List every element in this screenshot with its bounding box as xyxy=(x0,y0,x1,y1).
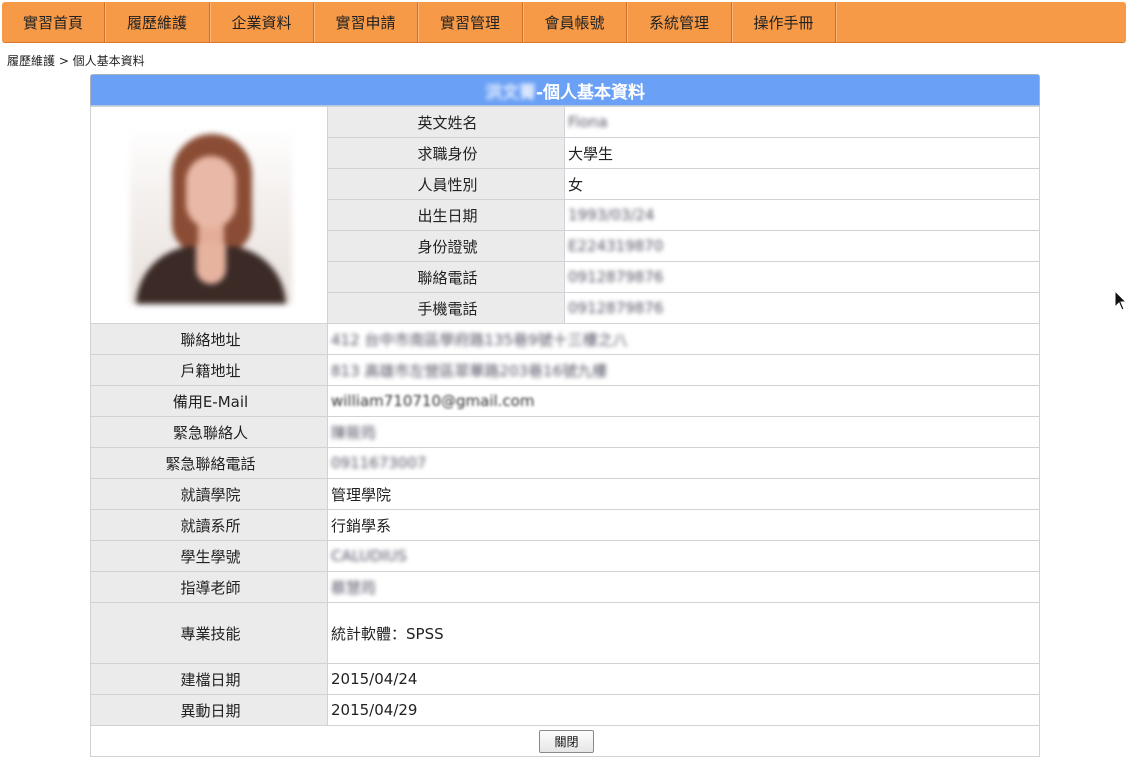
table-row: 專業技能 統計軟體：SPSS xyxy=(90,602,1040,664)
page-title: 洪文菁 -個人基本資料 xyxy=(91,75,1039,106)
table-row: 就讀學院 管理學院 xyxy=(90,478,1040,510)
table-row: 就讀系所 行銷學系 xyxy=(90,509,1040,541)
field-label: 學生學號 xyxy=(90,540,328,572)
english-name-value: Fiona xyxy=(564,106,1040,138)
student-name: 洪文菁 xyxy=(484,82,536,103)
field-label: 聯絡電話 xyxy=(327,261,565,293)
field-label: 緊急聯絡電話 xyxy=(90,447,328,479)
table-row: 建檔日期 2015/04/24 xyxy=(90,663,1040,695)
table-row: 聯絡地址 412 台中市南區學府路135巷9號十三樓之八 xyxy=(90,323,1040,355)
created-date-value: 2015/04/24 xyxy=(327,663,1040,695)
field-label: 指導老師 xyxy=(90,571,328,603)
profile-photo xyxy=(129,126,292,304)
backup-email-value: william710710@gmail.com xyxy=(327,385,1040,417)
job-status-value: 大學生 xyxy=(564,137,1040,169)
field-label: 就讀系所 xyxy=(90,509,328,541)
photo-cell xyxy=(90,106,328,324)
table-row: 學生學號 CALUDIUS xyxy=(90,540,1040,572)
nav-manage[interactable]: 實習管理 xyxy=(418,2,523,42)
nav-apply[interactable]: 實習申請 xyxy=(314,2,418,42)
table-row: 指導老師 蔡慧筠 xyxy=(90,571,1040,603)
profile-card: 洪文菁 -個人基本資料 英文姓名 Fiona 求職身份 大學生 人員性別 女 出生… xyxy=(90,74,1040,757)
emergency-contact-value: 陳筱筠 xyxy=(327,416,1040,448)
field-label: 人員性別 xyxy=(327,168,565,200)
profile-table: 英文姓名 Fiona 求職身份 大學生 人員性別 女 出生日期 1993/03/… xyxy=(90,106,1040,757)
college-value: 管理學院 xyxy=(327,478,1040,510)
table-row: 異動日期 2015/04/29 xyxy=(90,694,1040,726)
table-row: 英文姓名 Fiona xyxy=(90,106,1040,324)
mobile-phone-value: 0912879876 xyxy=(564,292,1040,324)
field-label: 出生日期 xyxy=(327,199,565,231)
skills-value: 統計軟體：SPSS xyxy=(327,602,1040,664)
table-row: 緊急聯絡人 陳筱筠 xyxy=(90,416,1040,448)
field-label: 戶籍地址 xyxy=(90,354,328,386)
mouse-cursor-icon xyxy=(1114,290,1128,311)
emergency-phone-value: 0911673007 xyxy=(327,447,1040,479)
nav-resume[interactable]: 履歷維護 xyxy=(105,2,210,42)
footer-cell: 關閉 xyxy=(90,725,1040,757)
contact-address-value: 412 台中市南區學府路135巷9號十三樓之八 xyxy=(327,323,1040,355)
modified-date-value: 2015/04/29 xyxy=(327,694,1040,726)
table-row: 備用E-Mail william710710@gmail.com xyxy=(90,385,1040,417)
nav-account[interactable]: 會員帳號 xyxy=(523,2,627,42)
footer-row: 關閉 xyxy=(90,725,1040,757)
title-suffix: -個人基本資料 xyxy=(535,82,646,103)
field-label: 備用E-Mail xyxy=(90,385,328,417)
nav-manual[interactable]: 操作手冊 xyxy=(732,2,836,42)
nav-company[interactable]: 企業資料 xyxy=(210,2,314,42)
close-button[interactable]: 關閉 xyxy=(539,729,594,753)
field-label: 緊急聯絡人 xyxy=(90,416,328,448)
nav-system[interactable]: 系統管理 xyxy=(627,2,732,42)
field-label: 專業技能 xyxy=(90,602,328,664)
department-value: 行銷學系 xyxy=(327,509,1040,541)
field-label: 聯絡地址 xyxy=(90,323,328,355)
field-label: 異動日期 xyxy=(90,694,328,726)
registered-address-value: 813 高雄市左營區翠華路203巷16號九樓 xyxy=(327,354,1040,386)
table-row: 緊急聯絡電話 0911673007 xyxy=(90,447,1040,479)
contact-phone-value: 0912879876 xyxy=(564,261,1040,293)
top-nav: 實習首頁 履歷維護 企業資料 實習申請 實習管理 會員帳號 系統管理 操作手冊 xyxy=(2,2,1126,43)
field-label: 建檔日期 xyxy=(90,663,328,695)
gender-value: 女 xyxy=(564,168,1040,200)
field-label: 手機電話 xyxy=(327,292,565,324)
field-label: 身份證號 xyxy=(327,230,565,262)
table-row: 戶籍地址 813 高雄市左營區翠華路203巷16號九樓 xyxy=(90,354,1040,386)
nav-home[interactable]: 實習首頁 xyxy=(2,2,105,42)
field-label: 求職身份 xyxy=(327,137,565,169)
field-label: 就讀學院 xyxy=(90,478,328,510)
id-number-value: E224319870 xyxy=(564,230,1040,262)
birth-date-value: 1993/03/24 xyxy=(564,199,1040,231)
advisor-value: 蔡慧筠 xyxy=(327,571,1040,603)
breadcrumb: 履歷維護 > 個人基本資料 xyxy=(7,54,145,68)
field-label: 英文姓名 xyxy=(327,106,565,138)
student-id-value: CALUDIUS xyxy=(327,540,1040,572)
